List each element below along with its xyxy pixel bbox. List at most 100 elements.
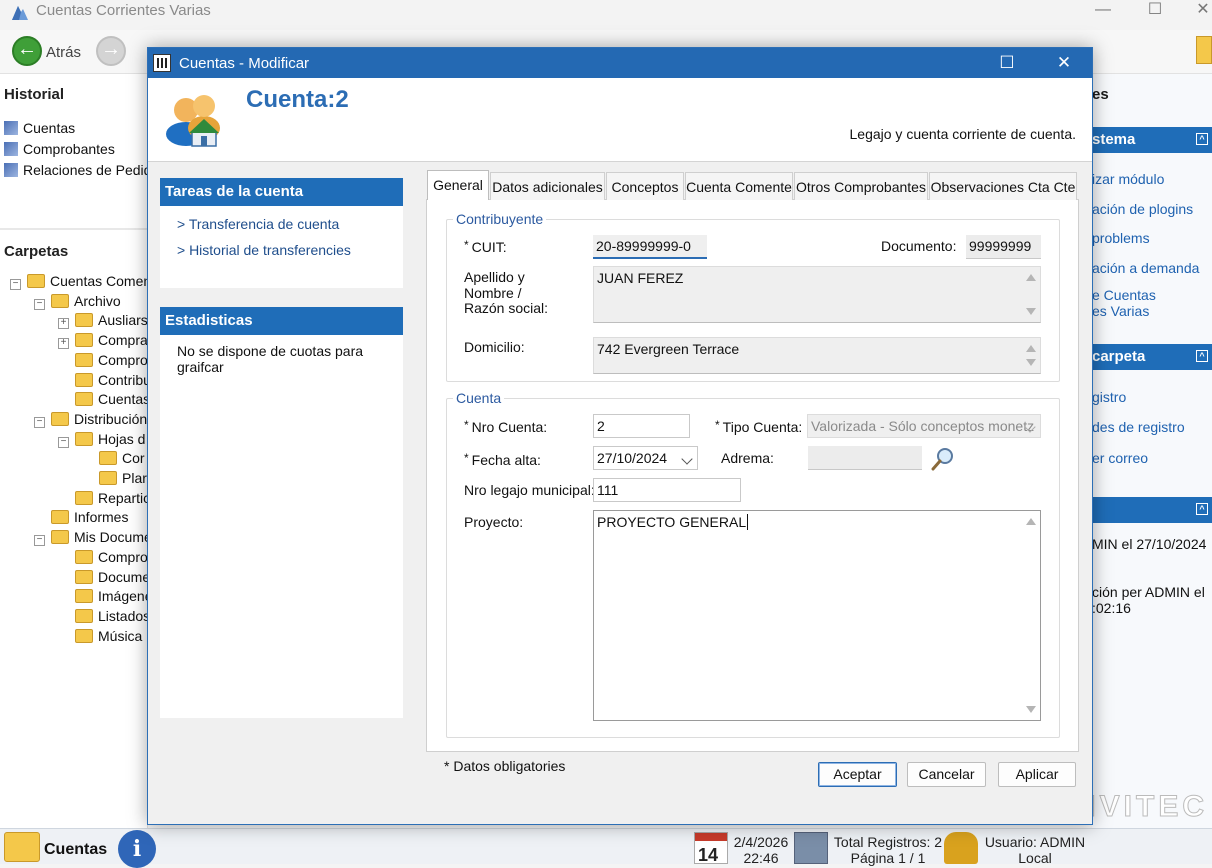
accept-button[interactable]: Aceptar: [818, 762, 897, 787]
right-section-folder[interactable]: carpeta ^: [1092, 344, 1212, 370]
nro-cuenta-field[interactable]: 2: [593, 414, 690, 438]
historial-item-relaciones[interactable]: Relaciones de Pedido: [4, 162, 159, 178]
tree-folder-item[interactable]: Listados: [58, 608, 148, 624]
domicilio-field[interactable]: 742 Evergreen Terrace: [593, 337, 1041, 374]
tree-folder-item[interactable]: Cor: [82, 450, 148, 466]
adrema-field[interactable]: [808, 446, 922, 470]
tree-folder-label: Compro: [98, 548, 148, 565]
collapse-icon[interactable]: ^: [1196, 503, 1208, 515]
tree-folder-item[interactable]: Informes: [34, 509, 148, 525]
tree-expand-icon[interactable]: +: [58, 338, 69, 350]
tree-folder-item[interactable]: Plar: [82, 470, 148, 486]
scroll-up-icon[interactable]: [1026, 345, 1036, 352]
cuit-field[interactable]: 20-89999999-0: [593, 235, 707, 259]
nombre-field[interactable]: JUAN FEREZ: [593, 266, 1041, 323]
tree-expand-icon[interactable]: −: [34, 298, 45, 310]
right-link-mail[interactable]: er correo: [1092, 450, 1212, 466]
nombre-label-line3: Razón social:: [464, 300, 549, 316]
tree-expand-icon[interactable]: +: [58, 318, 69, 330]
status-total-records: Total Registros: 2: [833, 834, 943, 850]
new-item-icon[interactable]: [1196, 36, 1212, 64]
tree-folder-item[interactable]: + Ausliars: [58, 312, 148, 330]
folder-icon: [75, 352, 93, 367]
tipo-cuenta-select[interactable]: Valorizada - Sólo conceptos monetz: [807, 414, 1041, 438]
tree-folder-item[interactable]: − Mis Docume: [34, 529, 148, 547]
tree-folder-item[interactable]: − Distribución: [34, 411, 148, 428]
folder-icon: [75, 628, 93, 643]
scroll-down-icon[interactable]: [1026, 706, 1036, 713]
scroll-up-icon[interactable]: [1026, 518, 1036, 525]
historial-item-comprobantes[interactable]: Comprobantes: [4, 141, 115, 157]
minimize-button[interactable]: —: [1080, 0, 1126, 22]
folder-icon: [99, 451, 117, 466]
tree-folder-item[interactable]: − Cuentas Comen: [10, 273, 148, 290]
chevron-down-icon[interactable]: [681, 453, 693, 465]
statistics-panel-title: Estadisticas: [160, 307, 403, 335]
fecha-alta-datepicker[interactable]: 27/10/2024: [593, 446, 698, 470]
back-label[interactable]: Atrás: [46, 44, 81, 61]
right-link-on-demand[interactable]: ación a demanda: [1092, 260, 1212, 276]
folder-icon: [75, 431, 93, 446]
tree-folder-item[interactable]: Compro: [58, 352, 148, 368]
transfer-account-link[interactable]: > Transferencia de cuenta: [177, 216, 339, 232]
tree-folder-item[interactable]: + Compra: [58, 332, 148, 350]
tree-folder-label: Contribu: [98, 371, 148, 388]
dialog-maximize-button[interactable]: ☐: [987, 50, 1027, 76]
domicilio-scrollbar[interactable]: [1023, 339, 1039, 372]
tab-general[interactable]: General: [427, 170, 489, 200]
right-link-plugins[interactable]: ación de plogins: [1092, 201, 1212, 217]
documento-field[interactable]: 99999999: [966, 235, 1041, 259]
tree-folder-item[interactable]: Cuentas: [58, 391, 148, 407]
dialog-close-button[interactable]: ✕: [1044, 50, 1084, 76]
apply-button[interactable]: Aplicar: [998, 762, 1076, 787]
search-icon[interactable]: [931, 447, 955, 471]
right-link-registry-props[interactable]: des de registro: [1092, 419, 1212, 435]
right-link-module[interactable]: izar módulo: [1092, 171, 1212, 187]
nombre-label-line1: Apellido y: [464, 269, 525, 285]
right-link-problems[interactable]: problems: [1092, 230, 1212, 246]
history-entry-icon: [4, 121, 18, 135]
tree-expand-icon[interactable]: −: [10, 279, 21, 290]
right-link-various[interactable]: es Varias: [1092, 303, 1212, 319]
tree-folder-label: Plar: [122, 470, 147, 486]
scroll-down-icon[interactable]: [1026, 359, 1036, 366]
scroll-up-icon[interactable]: [1026, 274, 1036, 281]
historial-item-cuentas[interactable]: Cuentas: [4, 120, 75, 136]
tab-otros-comprobantes[interactable]: Otros Comprobantes: [794, 172, 928, 200]
tree-folder-item[interactable]: Imágene: [58, 588, 148, 604]
tree-folder-item[interactable]: Compro: [58, 549, 148, 565]
tree-expand-icon[interactable]: −: [34, 535, 45, 547]
tab-conceptos[interactable]: Conceptos: [606, 172, 684, 200]
tree-expand-icon[interactable]: −: [58, 436, 69, 448]
user-icon: [944, 832, 978, 864]
right-link-registry[interactable]: gistro: [1092, 389, 1212, 405]
tree-folder-label: Compra: [98, 332, 148, 349]
maximize-button[interactable]: ☐: [1132, 0, 1178, 22]
tab-cuenta-corriente[interactable]: Cuenta Comente: [685, 172, 793, 200]
right-section-info[interactable]: ^: [1092, 497, 1212, 523]
fecha-alta-label: * Fecha alta:: [464, 451, 541, 468]
scroll-down-icon[interactable]: [1026, 308, 1036, 315]
tree-folder-item[interactable]: Docume: [58, 569, 148, 585]
collapse-icon[interactable]: ^: [1196, 133, 1208, 145]
legajo-field[interactable]: 111: [593, 478, 741, 502]
right-section-system[interactable]: stema ^: [1092, 127, 1212, 153]
close-button[interactable]: ✕: [1180, 0, 1212, 22]
collapse-icon[interactable]: ^: [1196, 350, 1208, 362]
tree-folder-item[interactable]: Música: [58, 628, 148, 644]
proyecto-scrollbar[interactable]: [1023, 512, 1039, 719]
tab-observaciones[interactable]: Observaciones Cta Cte: [929, 172, 1077, 200]
transfer-history-link[interactable]: > Historial de transferencies: [177, 242, 351, 258]
right-link-accounts[interactable]: e Cuentas: [1092, 287, 1212, 303]
info-icon[interactable]: i: [118, 830, 156, 868]
tab-datos-adicionales[interactable]: Datos adicionales: [490, 172, 605, 200]
cancel-button[interactable]: Cancelar: [907, 762, 986, 787]
tree-folder-item[interactable]: Contribu: [58, 372, 148, 388]
folder-icon: [75, 333, 93, 348]
nombre-scrollbar[interactable]: [1023, 268, 1039, 321]
tree-folder-item[interactable]: Repartic: [58, 490, 148, 506]
tree-folder-item[interactable]: − Hojas d: [58, 431, 148, 448]
tree-expand-icon[interactable]: −: [34, 416, 45, 428]
proyecto-textarea[interactable]: PROYECTO GENERAL: [593, 510, 1041, 721]
tree-folder-item[interactable]: − Archivo: [34, 293, 148, 310]
